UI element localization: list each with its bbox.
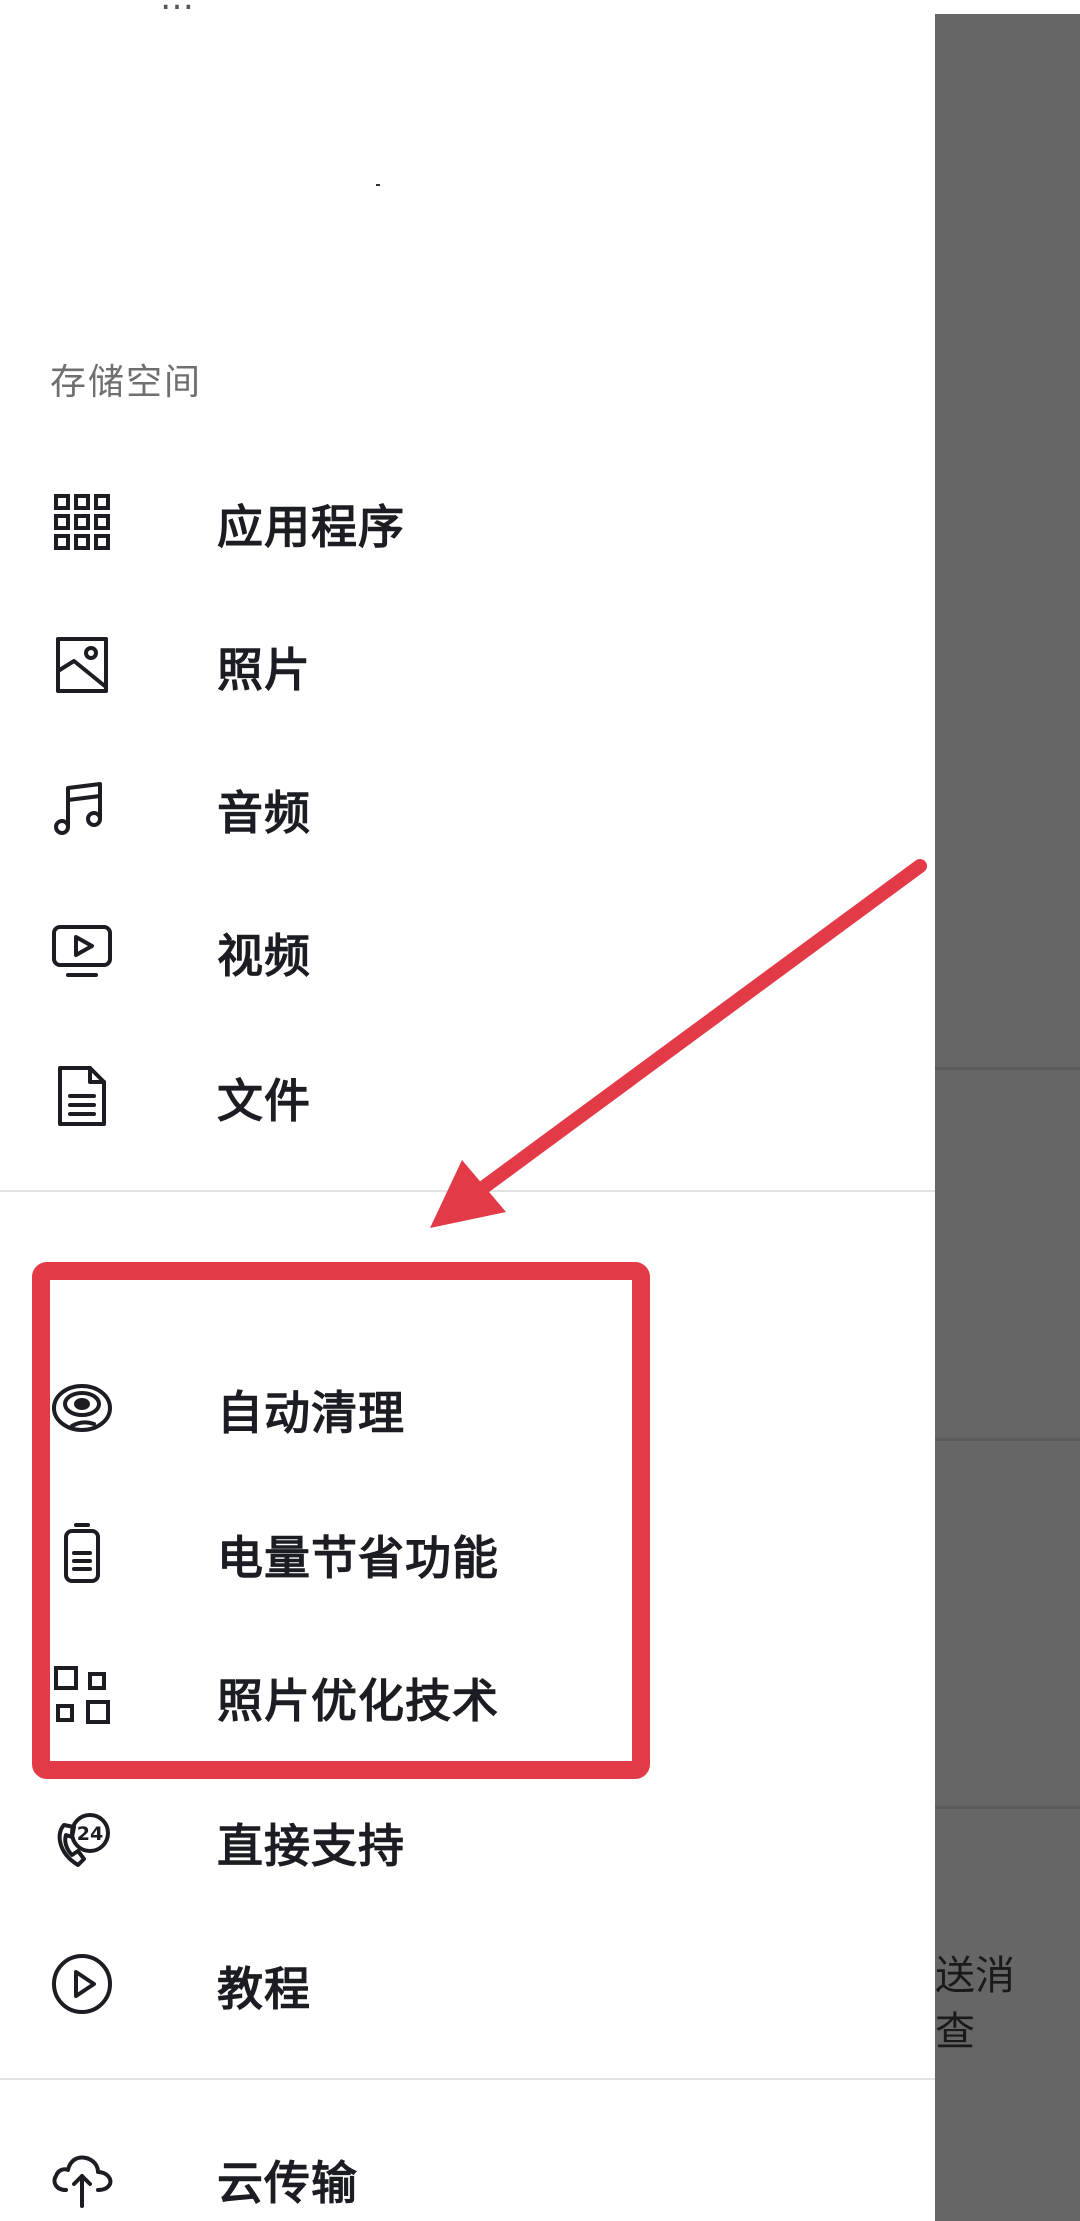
storage-section-title: 存储空间 <box>50 362 203 403</box>
menu-item-auto-clean[interactable]: 自动清理 <box>0 1352 935 1462</box>
background-divider <box>935 1806 1080 1809</box>
section-divider <box>0 1190 935 1192</box>
menu-item-battery-saver[interactable]: 电量节省功能 <box>0 1497 935 1607</box>
section-divider <box>0 2078 935 2080</box>
battery-icon <box>64 1523 100 1583</box>
scrim-overlay[interactable] <box>935 14 1080 2221</box>
play-circle-icon <box>52 1954 112 2014</box>
menu-item-files[interactable]: 文件 <box>0 1040 935 1150</box>
menu-item-apps[interactable]: 应用程序 <box>0 466 935 576</box>
menu-item-label: 直接支持 <box>217 1819 405 1873</box>
menu-item-label: 应用程序 <box>217 500 405 554</box>
menu-item-photo-optimize[interactable]: 照片优化技术 <box>0 1640 935 1750</box>
auto-clean-icon <box>52 1384 112 1432</box>
menu-item-direct-support[interactable]: 24 直接支持 <box>0 1785 935 1895</box>
menu-item-label: 文件 <box>217 1074 311 1128</box>
header-mark <box>376 184 380 186</box>
cloud-upload-icon <box>52 2155 113 2208</box>
menu-item-video[interactable]: 视频 <box>0 895 935 1005</box>
menu-item-label: 视频 <box>217 929 311 983</box>
background-divider <box>935 1067 1080 1070</box>
menu-item-cloud-transfer[interactable]: 云传输 <box>0 2122 935 2221</box>
support-24h-icon: 24 <box>57 1813 110 1867</box>
menu-item-label: 照片 <box>217 643 311 697</box>
background-content: 送消 查 <box>935 0 1080 2221</box>
menu-item-photos[interactable]: 照片 <box>0 609 935 719</box>
music-note-icon <box>54 782 102 835</box>
menu-item-label: 电量节省功能 <box>217 1531 499 1585</box>
document-icon <box>58 1066 106 1126</box>
svg-text:24: 24 <box>77 1823 103 1845</box>
menu-item-label: 云传输 <box>217 2156 358 2210</box>
background-divider <box>935 1438 1080 1441</box>
photo-icon <box>56 637 108 693</box>
background-text-line-1: 送消 <box>935 1953 1015 1999</box>
photo-optimize-icon <box>54 1666 110 1724</box>
navigation-drawer: … 存储空间 应用程序 照片 <box>0 0 935 2221</box>
menu-item-tutorial[interactable]: 教程 <box>0 1928 935 2038</box>
apps-grid-icon <box>54 494 110 550</box>
drawer-header-text: … <box>160 0 196 18</box>
video-monitor-icon <box>52 925 112 977</box>
background-text-line-2: 查 <box>935 2009 975 2055</box>
menu-item-label: 教程 <box>217 1962 311 2016</box>
menu-item-label: 音频 <box>217 786 311 840</box>
menu-item-label: 照片优化技术 <box>217 1674 499 1728</box>
menu-item-label: 自动清理 <box>217 1386 405 1440</box>
menu-item-audio[interactable]: 音频 <box>0 752 935 862</box>
